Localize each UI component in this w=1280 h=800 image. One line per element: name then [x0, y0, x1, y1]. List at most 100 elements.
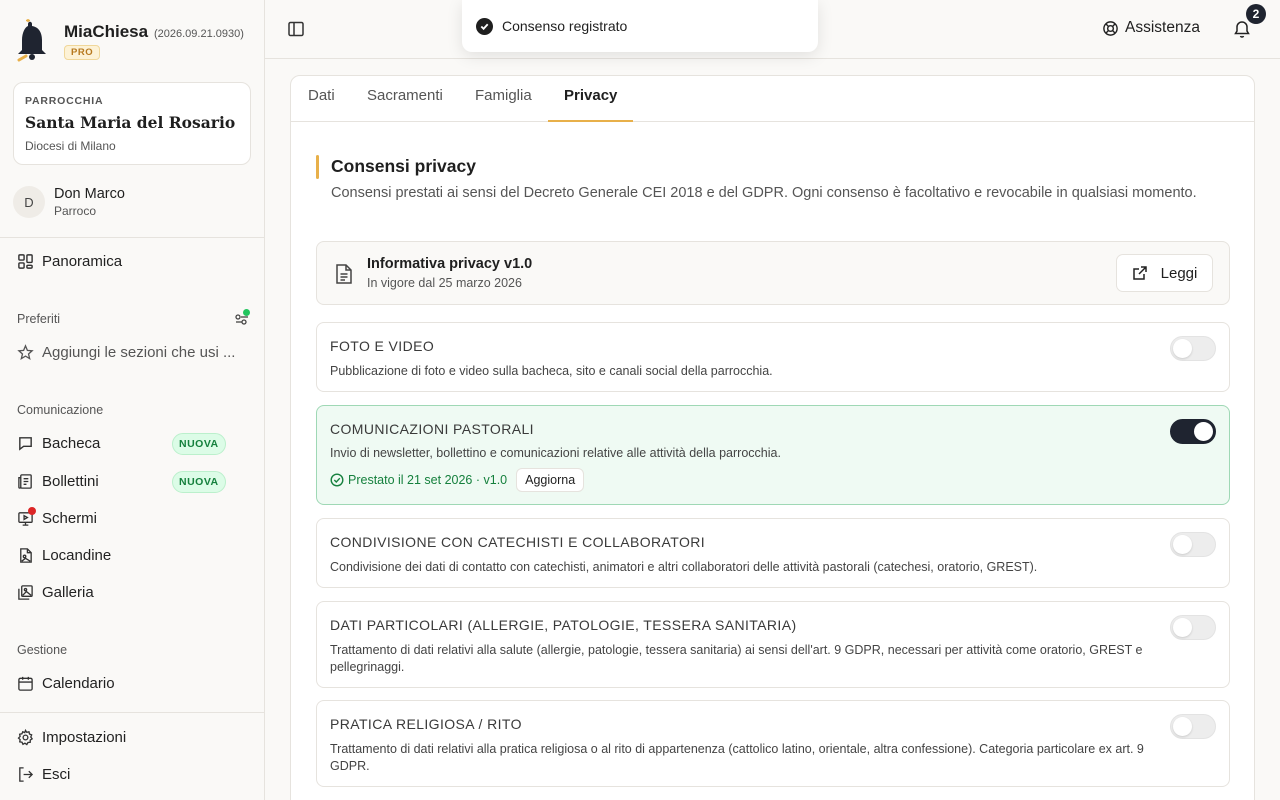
sidebar-item-settings[interactable]: Impostazioni [17, 729, 126, 746]
toast-notification: Consenso registrato [462, 0, 818, 52]
policy-subtitle: In vigore dal 25 marzo 2026 [367, 276, 522, 290]
consent-description: Invio di newsletter, bollettino e comuni… [330, 446, 781, 460]
check-circle-icon [476, 17, 493, 35]
parish-diocese: Diocesi di Milano [25, 139, 116, 153]
consent-toggle[interactable] [1170, 336, 1216, 361]
monitor-icon [17, 507, 36, 527]
newspaper-icon [18, 474, 32, 489]
sidebar-item-schermi[interactable]: Schermi [17, 507, 98, 527]
sidebar-item-bacheca[interactable]: Bacheca [17, 435, 100, 452]
consent-title: CONDIVISIONE CON CATECHISTI E COLLABORAT… [330, 534, 706, 550]
tab-sacramenti[interactable]: Sacramenti [367, 87, 443, 122]
tab-privacy[interactable]: Privacy [548, 87, 634, 122]
communication-label: Comunicazione [17, 403, 104, 417]
consent-description: Trattamento di dati relativi alla salute… [330, 643, 1143, 674]
user-role: Parroco [54, 204, 97, 218]
section-description: Consensi prestati ai sensi del Decreto G… [331, 185, 1197, 201]
sidebar-item-overview[interactable]: Panoramica [17, 253, 122, 270]
consent-given-status: Prestato il 21 set 2026 · v1.0 Aggiorna [330, 468, 585, 492]
policy-title: Informativa privacy v1.0 [367, 256, 533, 272]
app-version: (2026.09.21.0930) [153, 28, 244, 40]
app-name: MiaChiesa [64, 22, 149, 41]
favorites-add[interactable]: Aggiungi le sezioni che usi ... [17, 344, 235, 361]
pro-badge: PRO [64, 45, 101, 60]
sidebar-item-label: Impostazioni [42, 729, 127, 746]
gear-icon [17, 729, 34, 746]
consent-card-sharing: CONDIVISIONE CON CATECHISTI E COLLABORAT… [316, 518, 1230, 588]
sidebar-item-logout[interactable]: Esci [17, 766, 70, 783]
sidebar-item-calendario[interactable]: Calendario [17, 675, 115, 692]
toggle-knob [1173, 339, 1192, 358]
status-dot [243, 309, 250, 316]
tab-famiglia[interactable]: Famiglia [475, 87, 532, 122]
privacy-policy-box: Informativa privacy v1.0 In vigore dal 2… [316, 241, 1230, 305]
brand[interactable]: MiaChiesa (2026.09.21.0930) PRO [14, 18, 244, 62]
star-icon [17, 344, 34, 361]
grid-icon [18, 254, 33, 269]
section-accent-bar [316, 155, 319, 179]
message-icon [19, 437, 32, 451]
avatar: D [13, 186, 45, 218]
consent-toggle[interactable] [1170, 532, 1216, 557]
sidebar-item-label: Bollettini [42, 473, 99, 490]
gallery-icon [18, 585, 33, 600]
main-card: Dati Sacramenti Famiglia Privacy Consens… [290, 75, 1255, 800]
file-image-icon [20, 548, 32, 563]
user-name: Don Marco [54, 186, 125, 202]
toast-message: Consenso registrato [502, 18, 628, 34]
sidebar-item-label: Aggiungi le sezioni che usi ... [42, 344, 236, 361]
sidebar-toggle-icon[interactable] [287, 20, 305, 38]
consent-description: Condivisione dei dati di contatto con ca… [330, 560, 1038, 574]
favorites-settings-icon[interactable] [234, 309, 250, 327]
toggle-knob [1173, 618, 1192, 637]
consent-description: Pubblicazione di foto e video sulla bach… [330, 364, 773, 378]
logout-icon [19, 767, 34, 782]
read-policy-button[interactable]: Leggi [1116, 254, 1213, 292]
consent-title: DATI PARTICOLARI (ALLERGIE, PATOLOGIE, T… [330, 617, 797, 633]
calendar-icon [18, 676, 33, 691]
sidebar-item-label: Esci [42, 766, 71, 783]
consent-title: FOTO E VIDEO [330, 338, 435, 354]
sidebar-item-label: Galleria [42, 584, 94, 601]
sidebar-item-label: Panoramica [42, 253, 123, 270]
bell-logo-icon [14, 18, 50, 62]
favorites-label: Preferiti [17, 312, 61, 326]
consent-card-special-data: DATI PARTICOLARI (ALLERGIE, PATOLOGIE, T… [316, 601, 1230, 688]
check-circle-icon [330, 473, 344, 487]
consent-title: COMUNICAZIONI PASTORALI [330, 421, 534, 437]
consent-given-text: Prestato il 21 set 2026 · v1.0 [348, 473, 508, 487]
sidebar-item-label: Bacheca [42, 435, 101, 452]
consent-toggle[interactable] [1170, 714, 1216, 739]
sidebar-item-locandine[interactable]: Locandine [17, 547, 111, 564]
divider [0, 712, 264, 713]
help-button[interactable]: Assistenza [1102, 19, 1200, 37]
new-badge: NUOVA [172, 471, 226, 493]
consent-toggle[interactable] [1170, 615, 1216, 640]
tab-dati[interactable]: Dati [308, 87, 335, 122]
parish-label: PARROCCHIA [25, 95, 104, 107]
external-link-icon [1132, 266, 1147, 280]
sidebar: MiaChiesa (2026.09.21.0930) PRO PARROCCH… [0, 0, 265, 800]
new-badge: NUOVA [172, 433, 226, 455]
parish-card[interactable]: PARROCCHIA Santa Maria del Rosario Dioce… [13, 82, 251, 165]
update-consent-button[interactable]: Aggiorna [516, 468, 585, 492]
toggle-knob [1173, 535, 1192, 554]
notifications-count-badge: 2 [1246, 4, 1266, 24]
alert-dot [28, 507, 36, 515]
read-label: Leggi [1160, 264, 1198, 282]
sidebar-item-label: Calendario [42, 675, 115, 692]
sidebar-item-galleria[interactable]: Galleria [17, 584, 94, 601]
section-title: Consensi privacy [331, 156, 476, 176]
consent-title: PRATICA RELIGIOSA / RITO [330, 716, 522, 732]
sidebar-item-label: Schermi [42, 510, 98, 527]
help-label: Assistenza [1125, 19, 1200, 36]
toggle-knob [1194, 422, 1213, 441]
document-icon [336, 264, 352, 284]
divider [0, 237, 264, 238]
parish-name: Santa Maria del Rosario [25, 113, 236, 132]
user-profile[interactable]: D Don Marco Parroco [13, 186, 125, 218]
consent-toggle[interactable] [1170, 419, 1216, 444]
consent-card-photo-video: FOTO E VIDEO Pubblicazione di foto e vid… [316, 322, 1230, 392]
lifebuoy-icon [1103, 20, 1118, 36]
sidebar-item-bollettini[interactable]: Bollettini [17, 473, 99, 490]
